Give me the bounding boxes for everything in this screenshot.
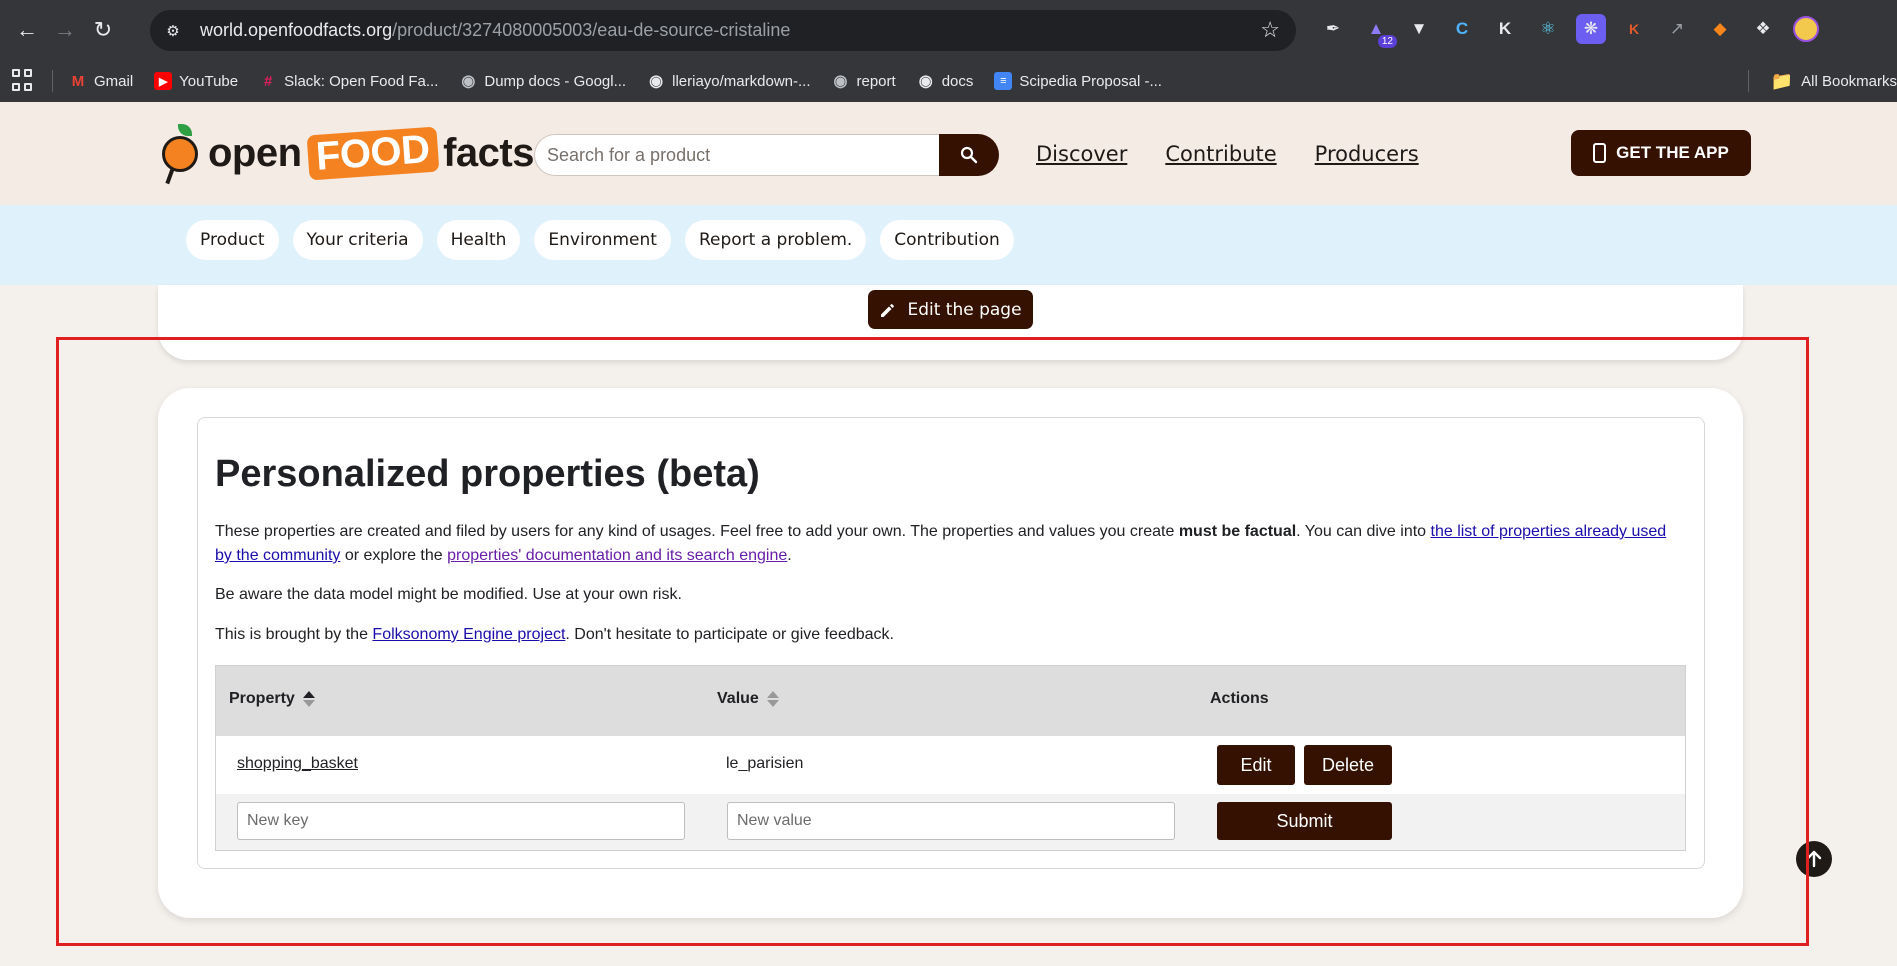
nav-discover[interactable]: Discover [1036, 142, 1127, 166]
properties-docs-link[interactable]: properties' documentation and its search… [447, 547, 787, 564]
subnav-environment[interactable]: Environment [534, 220, 671, 260]
edit-page-label: Edit the page [907, 299, 1022, 320]
extensions-bar: ✒ ▲ 12 ▼ C K ⚛ ❋ K ↗ ◆ ❖ [1318, 14, 1821, 48]
bookmark-slack[interactable]: # Slack: Open Food Fa... [259, 72, 438, 90]
bookmarks-divider [1747, 70, 1749, 92]
edit-page-button[interactable]: Edit the page [868, 290, 1033, 329]
bookmark-youtube[interactable]: ▶ YouTube [154, 72, 238, 90]
site-settings-icon[interactable]: ⚙ [158, 16, 188, 46]
k2-extension-icon[interactable]: K [1619, 14, 1649, 44]
react-extension-icon[interactable]: ⚛ [1533, 14, 1563, 44]
globe-icon: ◉ [461, 73, 476, 90]
subnav-contribution[interactable]: Contribution [880, 220, 1014, 260]
product-search [534, 134, 999, 176]
metamask-extension-icon[interactable]: ◆ [1705, 14, 1735, 44]
url-text[interactable]: world.openfoodfacts.org/product/32740800… [200, 20, 790, 41]
site-header: openFOODfacts Discover Contribute Produc… [0, 102, 1897, 205]
bookmark-report[interactable]: ◉ report [832, 72, 896, 91]
property-cell: shopping_basket [237, 755, 358, 773]
bookmark-markdown[interactable]: ◉ lleriayo/markdown-... [647, 72, 810, 91]
pencil-icon [881, 303, 895, 317]
hat-extension-icon[interactable]: ▲ 12 [1361, 14, 1397, 48]
vue-extension-icon[interactable]: ▼ [1404, 14, 1434, 44]
get-app-label: GET THE APP [1616, 143, 1729, 162]
product-subnav: Product Your criteria Health Environment… [0, 205, 1897, 285]
sort-icon [766, 691, 779, 707]
github-icon: ◉ [649, 73, 664, 90]
folder-icon: 📁 [1770, 70, 1794, 91]
external-link-extension-icon[interactable]: ↗ [1662, 14, 1692, 44]
bookmark-star-icon[interactable]: ☆ [1260, 17, 1280, 43]
table-header [216, 666, 1685, 736]
apps-grid-icon[interactable] [12, 69, 36, 93]
forward-icon[interactable]: → [48, 13, 82, 47]
c-extension-icon[interactable]: C [1447, 14, 1477, 44]
phone-icon [1593, 143, 1607, 163]
subnav-health[interactable]: Health [436, 220, 521, 260]
k-extension-icon[interactable]: K [1490, 14, 1520, 44]
scroll-to-top-button[interactable] [1796, 841, 1832, 877]
back-icon[interactable]: ← [10, 13, 44, 47]
all-bookmarks-label: All Bookmarks [1801, 72, 1897, 90]
get-app-button[interactable]: GET THE APP [1571, 130, 1751, 176]
new-key-input[interactable] [237, 802, 685, 840]
profile-avatar[interactable] [1791, 14, 1821, 44]
header-value[interactable]: Value [717, 690, 779, 708]
new-value-input[interactable] [727, 802, 1175, 840]
eyedropper-extension-icon[interactable]: ✒ [1318, 14, 1348, 44]
gear-extension-icon[interactable]: ❋ [1576, 14, 1606, 44]
property-link[interactable]: shopping_basket [237, 755, 358, 772]
subnav-product[interactable]: Product [186, 220, 279, 260]
bookmarks-bar: M Gmail ▶ YouTube # Slack: Open Food Fa... … [0, 60, 1897, 102]
submit-button[interactable]: Submit [1217, 802, 1392, 840]
slack-icon: # [263, 72, 273, 90]
youtube-icon: ▶ [154, 72, 173, 90]
folksonomy-note: This is brought by the Folksonomy Engine… [215, 626, 894, 643]
subnav-report-problem[interactable]: Report a problem. [684, 220, 867, 260]
all-bookmarks[interactable]: 📁 All Bookmarks [1747, 60, 1897, 102]
gmail-icon: M [71, 72, 85, 90]
bookmark-scipedia[interactable]: ≡ Scipedia Proposal -... [994, 72, 1162, 90]
header-property[interactable]: Property [229, 690, 315, 708]
nav-producers[interactable]: Producers [1315, 142, 1419, 166]
github-icon: ◉ [918, 73, 933, 90]
google-docs-icon: ≡ [994, 72, 1013, 90]
search-input[interactable] [534, 134, 939, 176]
subnav-your-criteria[interactable]: Your criteria [292, 220, 423, 260]
bookmark-dump-docs[interactable]: ◉ Dump docs - Googl... [459, 72, 626, 91]
globe-icon: ◉ [833, 73, 848, 90]
folksonomy-link[interactable]: Folksonomy Engine project [372, 626, 565, 643]
header-nav: Discover Contribute Producers [1036, 142, 1419, 166]
puzzle-extensions-icon[interactable]: ❖ [1748, 14, 1778, 44]
reload-icon[interactable]: ↻ [86, 13, 120, 47]
site-logo[interactable]: open FOOD facts [158, 124, 534, 185]
orange-logo-icon [158, 124, 202, 185]
search-icon [960, 146, 978, 164]
bookmark-docs[interactable]: ◉ docs [917, 72, 974, 91]
bookmarks-divider [52, 70, 53, 92]
properties-intro: These properties are created and filed b… [215, 523, 1667, 564]
arrow-up-icon [1806, 850, 1822, 868]
search-button[interactable] [939, 134, 999, 176]
value-cell: le_parisien [726, 755, 804, 772]
sort-icon [302, 691, 315, 707]
properties-title: Personalized properties (beta) [215, 453, 760, 495]
avatar [1793, 16, 1819, 42]
edit-button[interactable]: Edit [1217, 745, 1295, 785]
browser-chrome: ← → ↻ ⚙ world.openfoodfacts.org/product/… [0, 0, 1897, 102]
logo-text: open FOOD facts [208, 126, 534, 180]
data-model-warning: Be aware the data model might be modifie… [215, 586, 682, 603]
nav-contribute[interactable]: Contribute [1165, 142, 1276, 166]
header-actions: Actions [1210, 690, 1269, 707]
address-bar[interactable]: ⚙ world.openfoodfacts.org/product/327408… [150, 10, 1296, 51]
delete-button[interactable]: Delete [1304, 745, 1392, 785]
bookmark-gmail[interactable]: M Gmail [69, 72, 133, 90]
table-row [216, 736, 1685, 794]
